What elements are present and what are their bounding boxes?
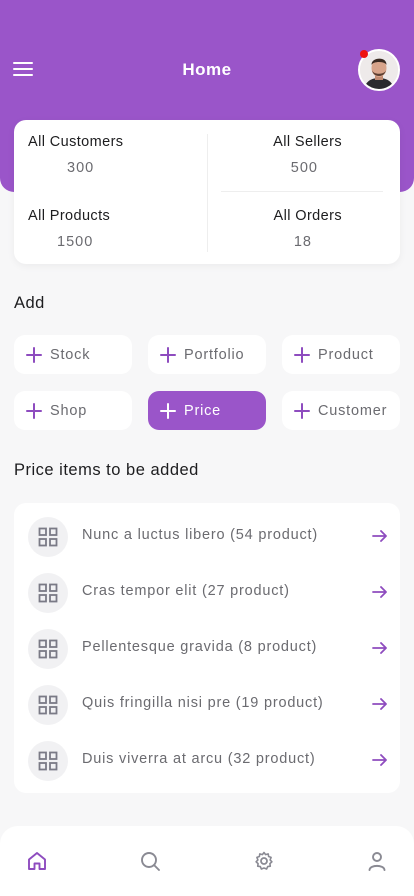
list-section-title: Price items to be added — [14, 461, 199, 479]
divider — [221, 191, 383, 192]
grid-icon — [28, 685, 68, 725]
chip-label: Stock — [50, 346, 91, 363]
list-item-label: Quis fringilla nisi pre (19 product) — [82, 695, 324, 711]
page-title: Home — [182, 60, 232, 79]
chip-label: Product — [318, 346, 374, 363]
stats-card: All Customers 300 All Sellers 500 All Pr… — [14, 120, 400, 264]
plus-icon — [26, 402, 42, 419]
grid-icon — [28, 629, 68, 669]
plus-icon — [160, 402, 176, 419]
stat-label-customers: All Customers — [28, 134, 124, 150]
add-product-chip[interactable]: Product — [282, 335, 400, 374]
plus-icon — [294, 402, 310, 419]
price-items-list: Nunc a luctus libero (54 product) Cras t… — [14, 503, 400, 793]
list-item-label: Pellentesque gravida (8 product) — [82, 639, 318, 655]
arrow-right-icon[interactable] — [372, 640, 388, 656]
bottom-tab-bar — [0, 826, 414, 896]
home-icon[interactable] — [26, 850, 48, 872]
add-price-chip[interactable]: Price — [148, 391, 266, 430]
list-item-label: Cras tempor elit (27 product) — [82, 583, 290, 599]
stat-value-orders: 18 — [293, 234, 312, 250]
plus-icon — [294, 346, 310, 363]
stat-value-products: 1500 — [57, 234, 94, 250]
list-item[interactable]: Quis fringilla nisi pre (19 product) — [14, 676, 400, 732]
stat-label-orders: All Orders — [273, 208, 342, 224]
list-item-label: Nunc a luctus libero (54 product) — [82, 527, 318, 543]
notification-dot — [360, 50, 368, 58]
list-item[interactable]: Nunc a luctus libero (54 product) — [14, 508, 400, 564]
chip-label: Price — [184, 402, 222, 419]
arrow-right-icon[interactable] — [372, 696, 388, 712]
chip-label: Shop — [50, 402, 88, 419]
arrow-right-icon[interactable] — [372, 584, 388, 600]
stat-value-customers: 300 — [67, 160, 95, 176]
add-customer-chip[interactable]: Customer — [282, 391, 400, 430]
divider — [207, 134, 208, 252]
plus-icon — [160, 346, 176, 363]
chip-label: Customer — [318, 402, 388, 419]
profile-icon[interactable] — [366, 850, 388, 872]
stat-value-sellers: 500 — [290, 160, 318, 176]
stat-label-sellers: All Sellers — [273, 134, 342, 150]
grid-icon — [28, 517, 68, 557]
grid-icon — [28, 741, 68, 781]
arrow-right-icon[interactable] — [372, 528, 388, 544]
list-item-label: Duis viverra at arcu (32 product) — [82, 751, 316, 767]
plus-icon — [26, 346, 42, 363]
add-stock-chip[interactable]: Stock — [14, 335, 132, 374]
search-icon[interactable] — [139, 850, 161, 872]
add-section-title: Add — [14, 294, 45, 312]
arrow-right-icon[interactable] — [372, 752, 388, 768]
add-portfolio-chip[interactable]: Portfolio — [148, 335, 266, 374]
chip-label: Portfolio — [184, 346, 245, 363]
stat-label-products: All Products — [28, 208, 111, 224]
list-item[interactable]: Duis viverra at arcu (32 product) — [14, 732, 400, 788]
list-item[interactable]: Pellentesque gravida (8 product) — [14, 620, 400, 676]
list-item[interactable]: Cras tempor elit (27 product) — [14, 564, 400, 620]
grid-icon — [28, 573, 68, 613]
settings-icon[interactable] — [253, 850, 275, 872]
add-shop-chip[interactable]: Shop — [14, 391, 132, 430]
